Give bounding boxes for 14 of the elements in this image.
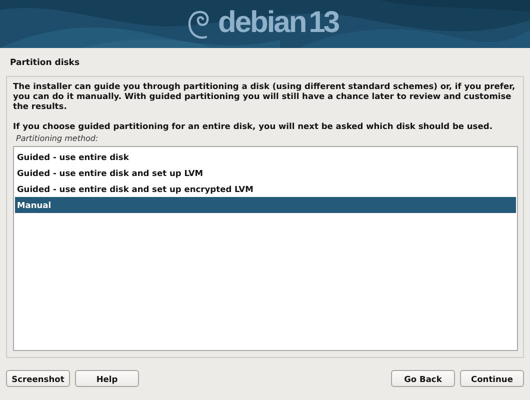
list-item[interactable]: Guided - use entire disk and set up LVM xyxy=(15,165,516,181)
description-text: If you choose guided partitioning for an entire disk, you will next be asked which disk should be used. xyxy=(13,121,494,131)
brand-name: debian xyxy=(218,6,306,40)
list-label: Partitioning method: xyxy=(16,134,100,143)
list-item[interactable]: Guided - use entire disk xyxy=(15,149,516,165)
step-title: Partition disks xyxy=(9,57,81,70)
list-item[interactable]: Manual xyxy=(15,197,516,213)
description-text: The installer can guide you through partitioning a disk (using different standard schemes) or, if you prefer, you can do it manually. With guided partitioning you will still have a chance later to review and customise the results. xyxy=(13,81,516,111)
nav-button[interactable]: Continue xyxy=(460,370,524,387)
version-number: 13 xyxy=(308,6,338,40)
list-item[interactable]: Guided - use entire disk and set up encrypted LVM xyxy=(15,181,516,197)
action-button[interactable]: Help xyxy=(75,370,139,387)
nav-button[interactable]: Go Back xyxy=(391,370,455,387)
action-button[interactable]: Screenshot xyxy=(6,370,70,387)
